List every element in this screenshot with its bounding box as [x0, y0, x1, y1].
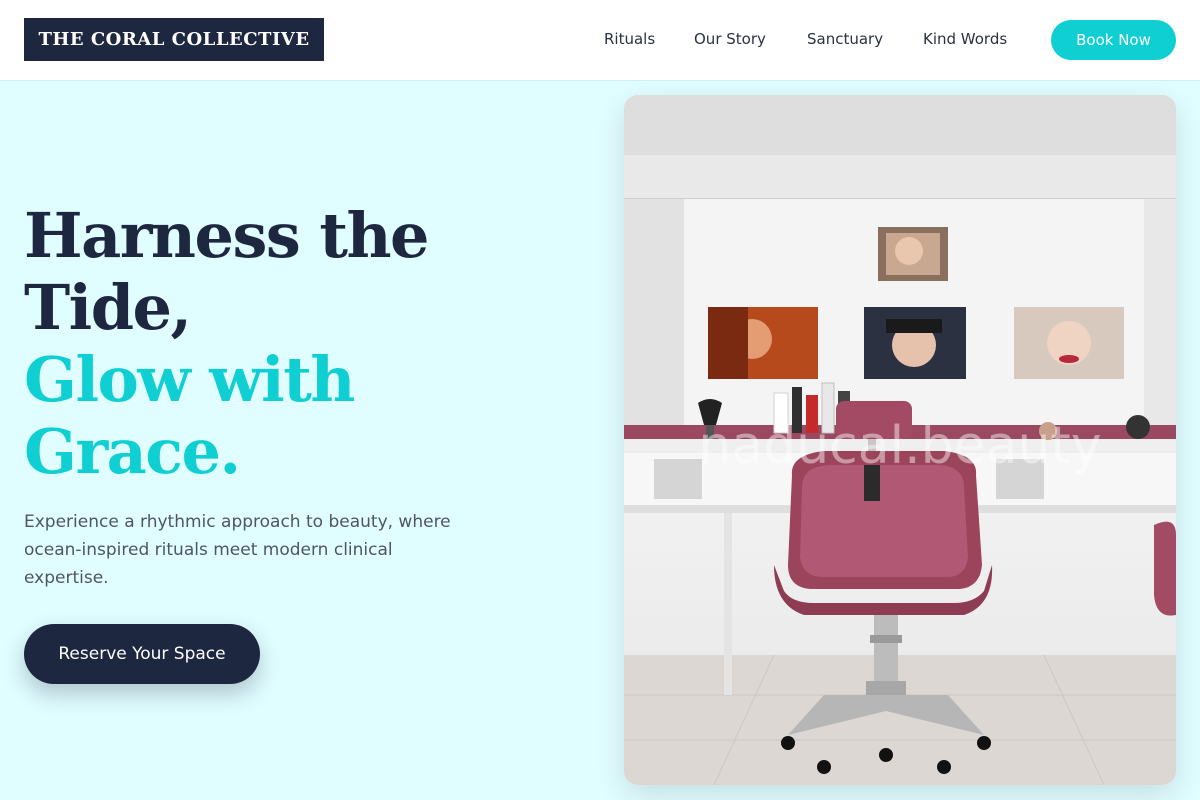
hero-title-accent-line: Glow with — [24, 343, 355, 416]
book-now-button[interactable]: Book Now — [1051, 20, 1176, 60]
hero-title: Harness the Tide, Glow with Grace. — [24, 200, 584, 488]
wall-photo — [1014, 307, 1124, 379]
nav-link-sanctuary[interactable]: Sanctuary — [807, 30, 883, 48]
logo-text: THE CORAL COLLECTIVE — [38, 29, 310, 50]
wall-photo — [864, 307, 966, 379]
wall-photo — [708, 307, 818, 379]
nav-link-rituals[interactable]: Rituals — [604, 30, 655, 48]
reserve-space-button[interactable]: Reserve Your Space — [24, 624, 260, 684]
hero-description: Experience a rhythmic approach to beauty… — [24, 512, 451, 588]
nav-link-our-story[interactable]: Our Story — [694, 30, 766, 48]
site-logo[interactable]: THE CORAL COLLECTIVE — [24, 18, 324, 61]
hero-title-accent-line: Grace. — [24, 415, 241, 488]
nav-link-kind-words[interactable]: Kind Words — [923, 30, 1007, 48]
hero-title-line: Tide, — [24, 271, 192, 344]
salon-photo: naducal.beauty — [624, 95, 1176, 785]
photo-watermark: naducal.beauty — [698, 416, 1101, 476]
wall-photo — [878, 227, 948, 281]
site-header: THE CORAL COLLECTIVE Rituals Our Story S… — [0, 0, 1200, 81]
hero-title-line: Harness the — [24, 199, 430, 272]
